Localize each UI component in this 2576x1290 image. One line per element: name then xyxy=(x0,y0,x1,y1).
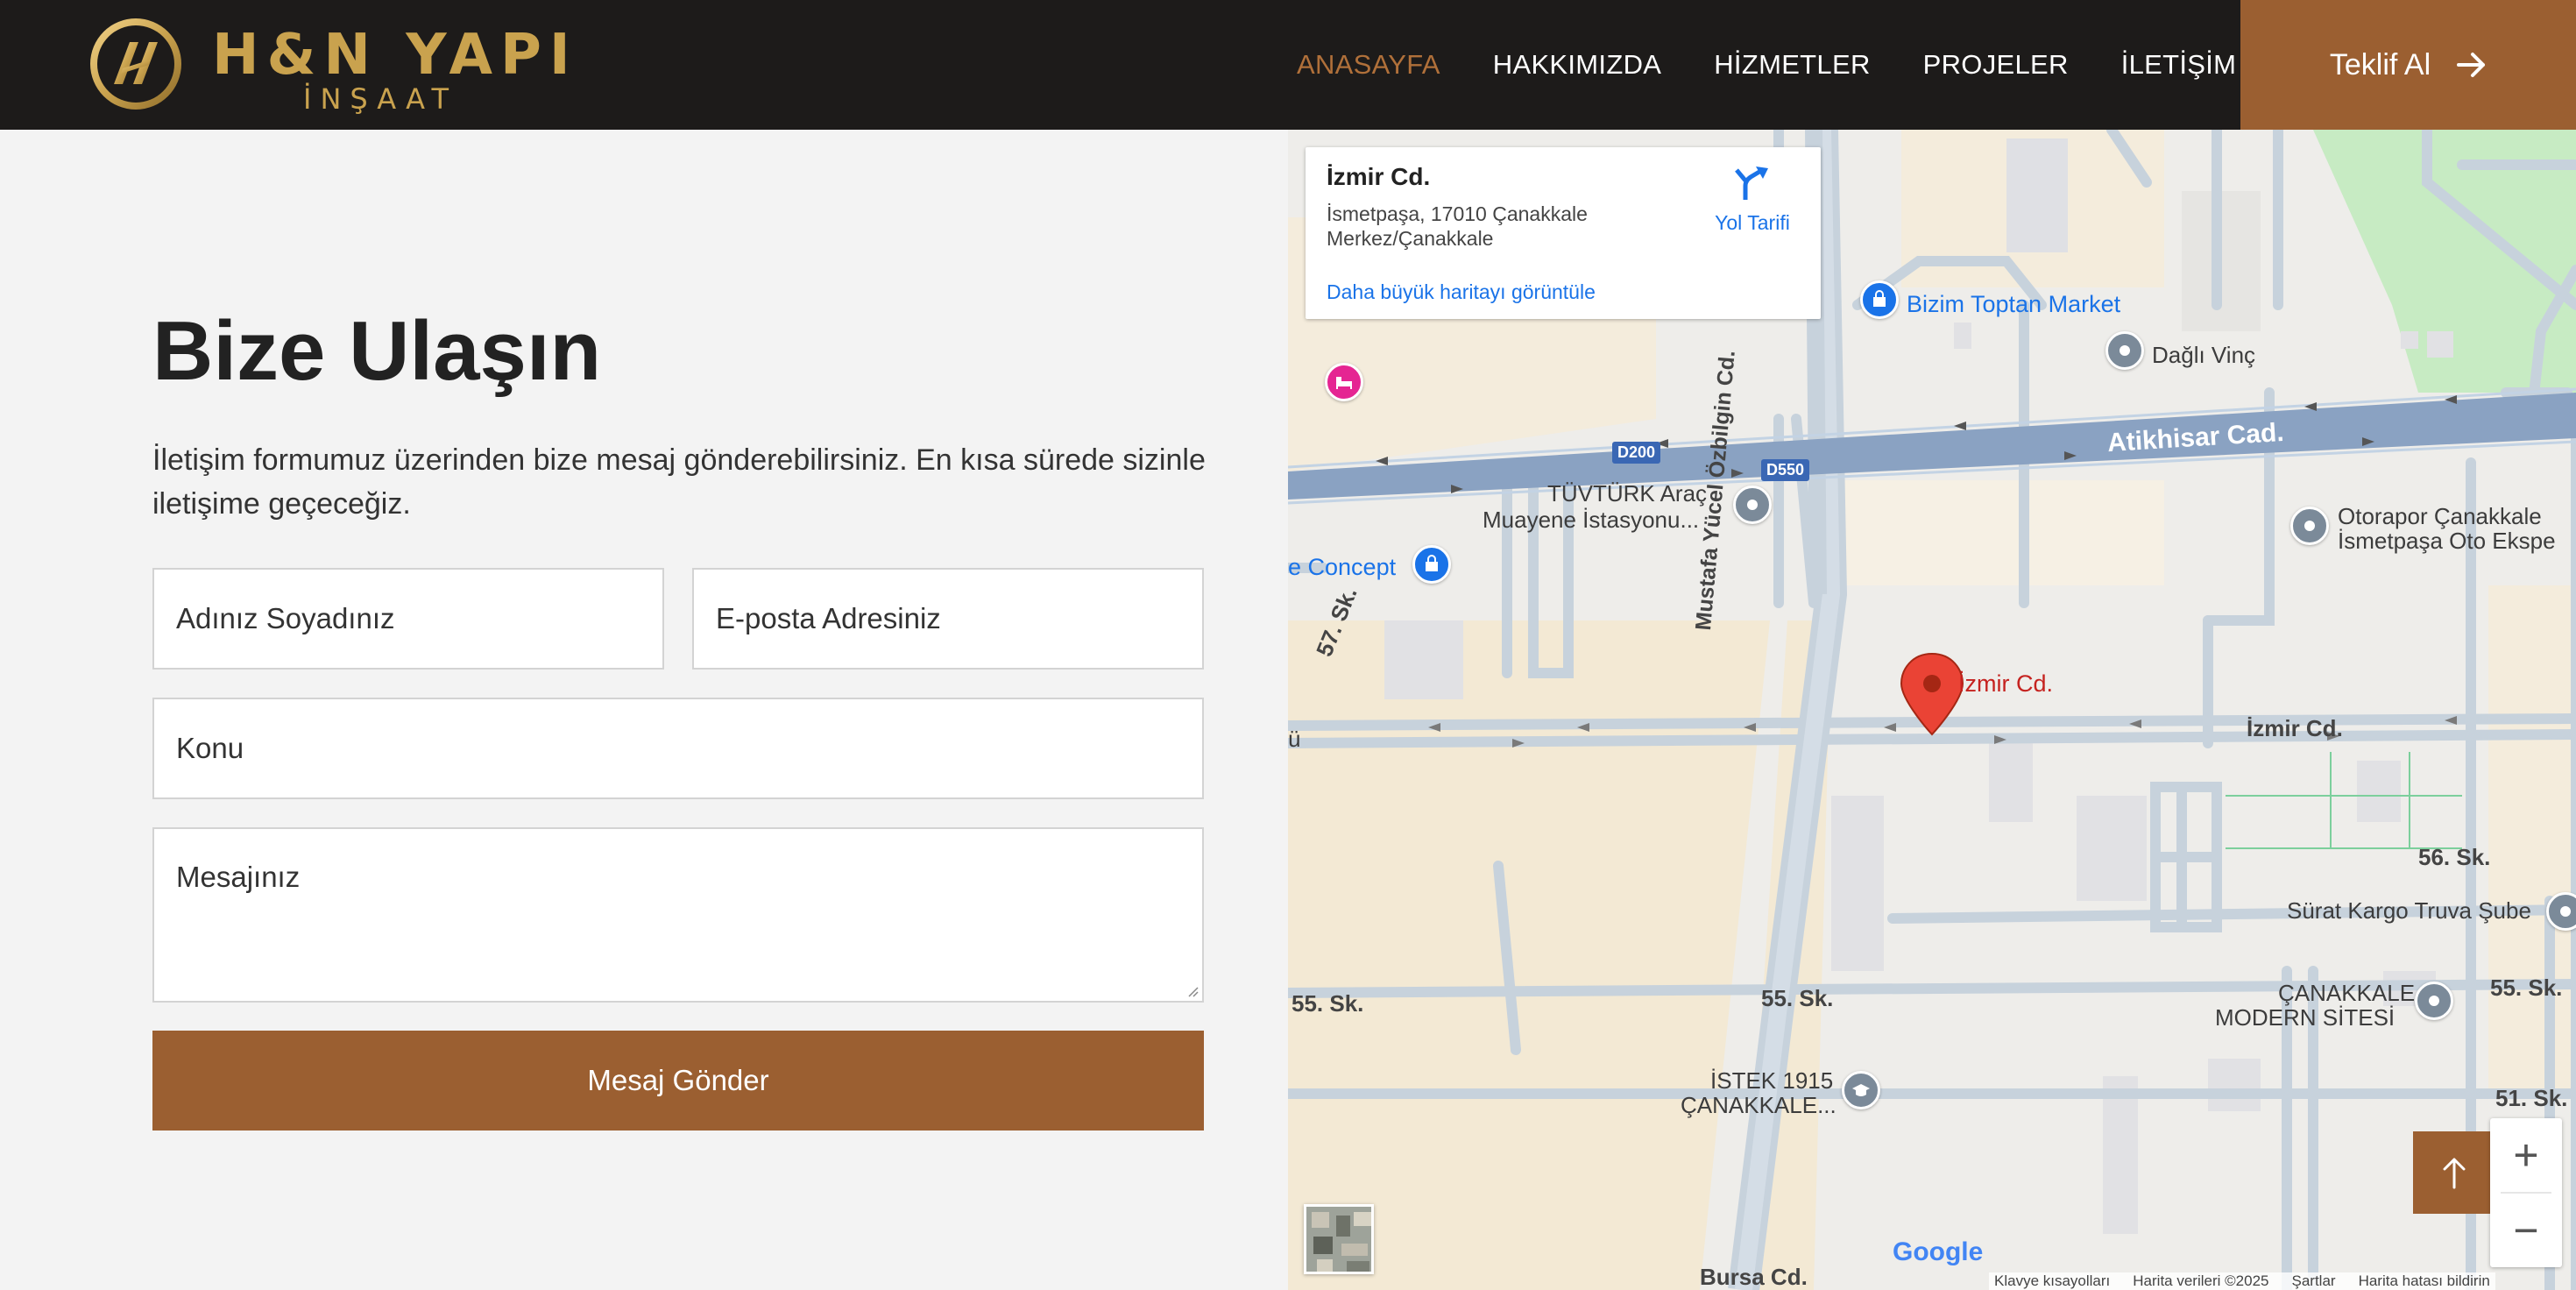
arrow-up-icon xyxy=(2443,1158,2466,1189)
tuvturk-label-1[interactable]: TÜVTÜRK Araç xyxy=(1547,480,1707,507)
bursa-label: Bursa Cd. xyxy=(1700,1264,1808,1290)
nav-item-iletisim[interactable]: İLETİŞİM xyxy=(2121,49,2237,81)
google-wordmark: Google xyxy=(1893,1237,1984,1266)
dagli-vinc-label[interactable]: Dağlı Vinç xyxy=(2152,342,2255,369)
location-pin-icon[interactable] xyxy=(2415,982,2453,1020)
google-logo: Google xyxy=(1893,1237,1983,1267)
scroll-to-top-button[interactable] xyxy=(2413,1131,2495,1214)
page-description: İletişim formumuz üzerinden bize mesaj g… xyxy=(152,443,1206,521)
zoom-in-button[interactable]: + xyxy=(2490,1118,2562,1192)
email-input[interactable]: E-posta Adresiniz xyxy=(692,568,1204,670)
satellite-thumbnail-icon xyxy=(1306,1207,1371,1272)
sk55-right-label: 55. Sk. xyxy=(2490,975,2563,1001)
istek-label-2[interactable]: ÇANAKKALE... xyxy=(1681,1092,1836,1119)
minus-icon: − xyxy=(2513,1206,2539,1255)
get-quote-button[interactable]: Teklif Al xyxy=(2240,0,2576,130)
nav-item-anasayfa[interactable]: ANASAYFA xyxy=(1297,49,1440,81)
get-quote-label: Teklif Al xyxy=(2329,47,2431,82)
place-address-line2: Merkez/Çanakkale xyxy=(1327,227,1494,250)
place-address-line1: İsmetpaşa, 17010 Çanakkale xyxy=(1327,202,1588,225)
sk55-mid-label: 55. Sk. xyxy=(1761,985,1834,1011)
keyboard-shortcuts-link[interactable]: Klavye kısayolları xyxy=(1994,1272,2110,1290)
contact-section: Bize Ulaşın İletişim formumuz üzerinden … xyxy=(0,130,1288,1290)
send-message-button[interactable]: Mesaj Gönder xyxy=(152,1031,1204,1131)
map-data-text: Harita verileri ©2025 xyxy=(2133,1272,2269,1289)
location-pin-icon[interactable] xyxy=(1733,486,1772,524)
canakkale-modern-label-1[interactable]: ÇANAKKALE xyxy=(2278,980,2415,1007)
sk56-label: 56. Sk. xyxy=(2418,844,2491,870)
izmir-street-label: İzmir Cd. xyxy=(2247,715,2343,741)
subject-input[interactable]: Konu xyxy=(152,698,1204,799)
zoom-out-button[interactable]: − xyxy=(2490,1194,2562,1267)
d200-shield: D200 xyxy=(1612,442,1661,464)
canakkale-modern-label-2[interactable]: MODERN SİTESİ xyxy=(2215,1004,2395,1031)
istek-label-1[interactable]: İSTEK 1915 xyxy=(1710,1067,1833,1095)
resize-handle-icon[interactable] xyxy=(1185,983,1199,997)
tuvturk-label-2[interactable]: Muayene İstasyonu... xyxy=(1483,507,1699,534)
location-pin-icon[interactable] xyxy=(2290,507,2329,545)
nav-item-hizmetler[interactable]: HİZMETLER xyxy=(1714,49,1870,81)
otorapor-label-2[interactable]: İsmetpaşa Oto Ekspe xyxy=(2338,528,2556,555)
email-placeholder: E-posta Adresiniz xyxy=(716,602,941,634)
bizim-toptan-label[interactable]: Bizim Toptan Market xyxy=(1907,291,2120,318)
map-attribution: Klavye kısayolları Harita verileri ©2025… xyxy=(1989,1272,2495,1290)
place-title: İzmir Cd. xyxy=(1327,163,1431,190)
place-address: İsmetpaşa, 17010 Çanakkale Merkez/Çanakk… xyxy=(1327,202,1660,251)
directions-label: Yol Tarifi xyxy=(1715,211,1790,234)
google-map[interactable]: D200 D550 Atikhisar Cad. Mustafa Yücel Ö… xyxy=(1288,130,2576,1290)
zoom-controls: + − xyxy=(2490,1118,2562,1267)
terms-link[interactable]: Şartlar xyxy=(2291,1272,2335,1290)
plus-icon: + xyxy=(2513,1131,2539,1180)
name-input[interactable]: Adınız Soyadınız xyxy=(152,568,664,670)
shopping-bag-icon[interactable] xyxy=(1860,280,1899,319)
place-info-card: İzmir Cd. İsmetpaşa, 17010 Çanakkale Mer… xyxy=(1306,147,1821,319)
subject-placeholder: Konu xyxy=(176,732,244,764)
site-header: H&N YAPI İNŞAAT ANASAYFA HAKKIMIZDA HİZM… xyxy=(0,0,2576,130)
site-logo[interactable]: H&N YAPI İNŞAAT xyxy=(88,16,570,116)
sk51-label: 51. Sk. xyxy=(2495,1085,2568,1111)
nav-item-projeler[interactable]: PROJELER xyxy=(1923,49,2069,81)
otorapor-label-1[interactable]: Otorapor Çanakkale xyxy=(2338,503,2542,530)
sk55-left-label: 55. Sk. xyxy=(1292,990,1364,1017)
shopping-bag-icon[interactable] xyxy=(1412,545,1451,584)
edge-label: ü xyxy=(1288,726,1301,752)
hotel-icon[interactable] xyxy=(1325,363,1363,401)
directions-button[interactable]: Yol Tarifi xyxy=(1700,165,1805,235)
message-placeholder: Mesajınız xyxy=(176,861,301,893)
logo-emblem-icon xyxy=(90,18,181,110)
main-nav: ANASAYFA HAKKIMIZDA HİZMETLER PROJELER İ… xyxy=(1297,0,2289,130)
satellite-layer-toggle[interactable] xyxy=(1304,1204,1374,1274)
d550-shield: D550 xyxy=(1761,459,1810,481)
surat-kargo-label[interactable]: Sürat Kargo Truva Şube xyxy=(2287,897,2531,925)
page-title: Bize Ulaşın xyxy=(152,304,602,398)
school-icon[interactable] xyxy=(1842,1071,1880,1109)
message-textarea[interactable]: Mesajınız xyxy=(152,827,1204,1003)
logo-subtitle: İNŞAAT xyxy=(303,82,458,116)
location-pin-icon[interactable] xyxy=(2105,331,2144,370)
marker-label: İzmir Cd. xyxy=(1958,670,2053,697)
larger-map-link[interactable]: Daha büyük haritayı görüntüle xyxy=(1327,280,1596,304)
report-error-link[interactable]: Harita hatası bildirin xyxy=(2359,1272,2490,1290)
arrow-right-icon xyxy=(2457,53,2486,77)
logo-title: H&N YAPI xyxy=(212,23,578,88)
nav-item-hakkimizda[interactable]: HAKKIMIZDA xyxy=(1493,49,1661,81)
directions-icon xyxy=(1735,167,1768,200)
concept-label[interactable]: e Concept xyxy=(1288,554,1396,581)
name-placeholder: Adınız Soyadınız xyxy=(176,602,395,634)
send-message-label: Mesaj Gönder xyxy=(587,1064,769,1096)
